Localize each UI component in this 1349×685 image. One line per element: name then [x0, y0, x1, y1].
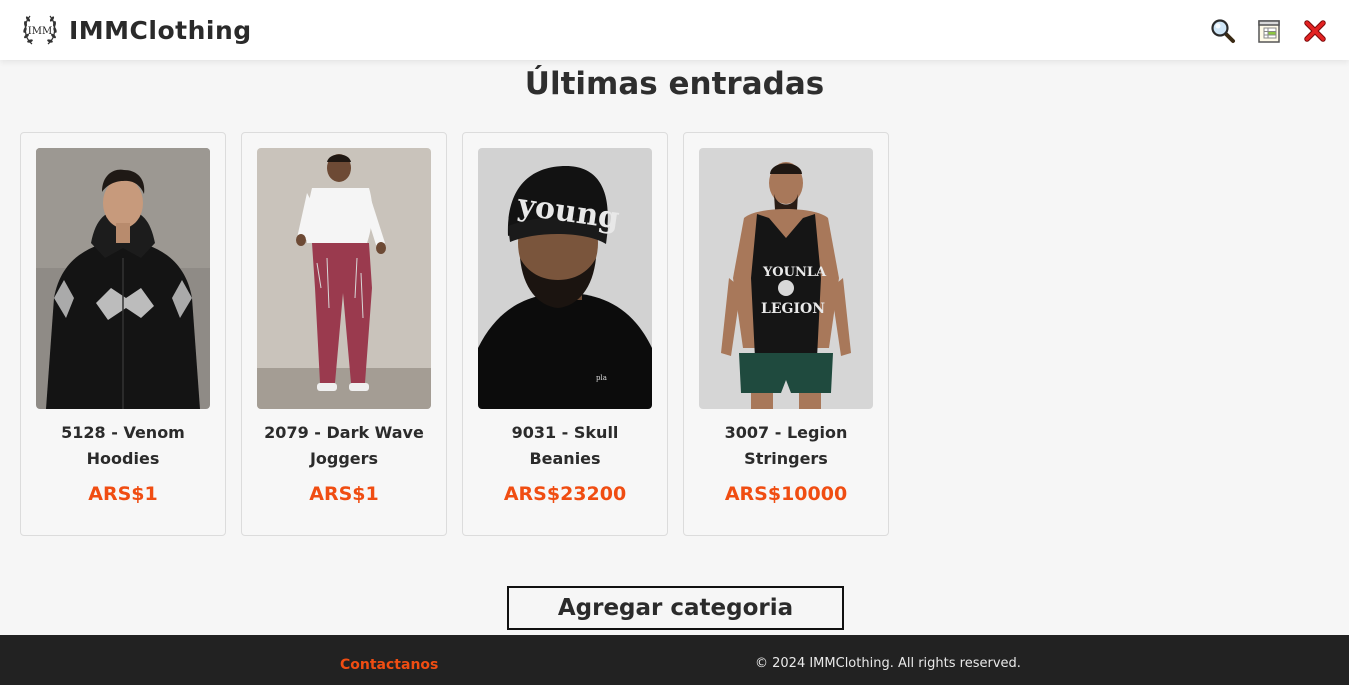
logo[interactable]: IMM IMMClothing [20, 10, 252, 50]
product-image-stringer[interactable]: YOUNLA LEGION [699, 148, 873, 409]
site-footer: Contactanos © 2024 IMMClothing. All righ… [0, 635, 1349, 685]
product-name: 2079 - Dark Wave Joggers [264, 423, 424, 468]
contact-link[interactable]: Contactanos [340, 657, 438, 673]
product-card[interactable]: YOUNLA LEGION 3007 - Legion Stringers AR… [683, 132, 889, 536]
copyright-text: © 2024 IMMClothing. All rights reserved. [755, 656, 1021, 671]
site-header: IMM IMMClothing [0, 0, 1349, 60]
product-grid: 5128 - Venom Hoodies ARS$1 2079 - Dark W… [20, 132, 889, 536]
product-price: ARS$23200 [503, 483, 627, 505]
product-price: ARS$1 [309, 483, 379, 505]
product-image-beanie[interactable]: young pla [478, 148, 652, 409]
close-icon[interactable] [1301, 17, 1329, 45]
product-name: 5128 - Venom Hoodies [61, 423, 185, 468]
search-icon[interactable] [1209, 17, 1237, 45]
header-actions [1209, 17, 1329, 45]
logo-text: IMM [28, 26, 52, 37]
svg-text:pla: pla [596, 374, 607, 382]
product-name: 9031 - Skull Beanies [511, 423, 619, 468]
brand-name: IMMClothing [69, 15, 252, 45]
product-card[interactable]: 2079 - Dark Wave Joggers ARS$1 [241, 132, 447, 536]
product-name: 3007 - Legion Stringers [724, 423, 848, 468]
product-price: ARS$1 [88, 483, 158, 505]
catalog-icon[interactable] [1255, 17, 1283, 45]
product-image-hoodie[interactable] [36, 148, 210, 409]
svg-text:YOUNLA: YOUNLA [762, 265, 827, 280]
product-card[interactable]: young pla 9031 - Skull Beanies ARS$23200 [462, 132, 668, 536]
laurel-logo-icon: IMM [20, 10, 60, 50]
svg-text:LEGION: LEGION [761, 301, 825, 317]
product-card[interactable]: 5128 - Venom Hoodies ARS$1 [20, 132, 226, 536]
add-category-button[interactable]: Agregar categoria [507, 586, 844, 630]
product-price: ARS$10000 [724, 483, 848, 505]
section-title: Últimas entradas [524, 66, 825, 102]
product-image-joggers[interactable] [257, 148, 431, 409]
